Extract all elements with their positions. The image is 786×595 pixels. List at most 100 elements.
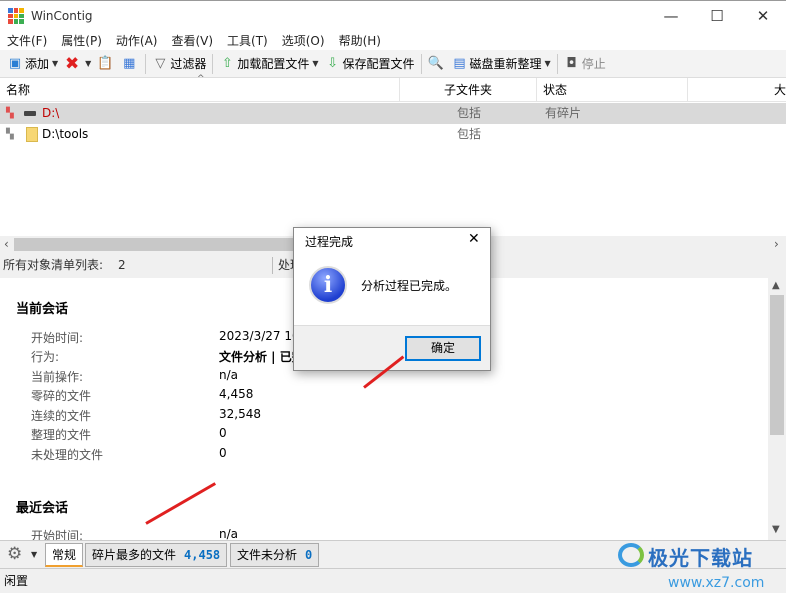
list-header: ^ 名称 子文件夹 状态 大 — [0, 74, 786, 102]
menu-options[interactable]: 选项(O) — [275, 30, 332, 50]
menu-action[interactable]: 动作(A) — [109, 30, 165, 50]
dialog-close-button[interactable]: ✕ — [468, 231, 480, 247]
stop-icon: ◘ — [566, 55, 577, 71]
filter-label: 过滤器 — [170, 57, 207, 71]
window-title: WinContig — [31, 9, 93, 23]
vertical-scrollbar[interactable]: ▲ ▼ — [768, 278, 786, 540]
separator — [556, 53, 558, 74]
filter-button[interactable]: ▽ 过滤器 — [149, 53, 209, 75]
menu-properties[interactable]: 属性(P) — [54, 30, 109, 50]
menu-view[interactable]: 查看(V) — [164, 30, 220, 50]
properties-button[interactable]: 📋 — [94, 53, 118, 75]
close-button[interactable]: ✕ — [740, 1, 786, 31]
column-subfolders[interactable]: 子文件夹 — [400, 78, 537, 102]
chevron-down-icon[interactable]: ▼ — [52, 59, 58, 68]
scroll-down-icon[interactable]: ▼ — [772, 524, 780, 535]
fragmented-icon: ▚ — [6, 108, 14, 119]
field-value: 4,458 — [219, 387, 254, 401]
load-profile-label: 加载配置文件 — [237, 57, 310, 71]
tab-count: 0 — [305, 548, 313, 562]
bottom-tabs: ⚙ ▼ 常规 碎片最多的文件 4,458 文件未分析 0 极光下载站 — [0, 540, 786, 570]
scrollbar-thumb[interactable] — [770, 295, 784, 435]
field-label: 当前操作: — [31, 370, 84, 384]
object-count: 2 — [118, 258, 126, 272]
defrag-label: 磁盘重新整理 — [469, 57, 542, 71]
status-text: 闲置 — [4, 574, 29, 588]
column-name[interactable]: 名称 — [0, 78, 400, 102]
tab-general[interactable]: 常规 — [45, 543, 84, 567]
separator — [420, 53, 422, 74]
analyze-button[interactable]: 🔍 — [425, 53, 449, 75]
recent-session-heading: 最近会话 — [16, 501, 69, 516]
watermark-url: www.xz7.com — [668, 575, 765, 591]
toolbar: ▣ 添加 ▼ ✖ ▼ 📋 ▦ ▽ 过滤器 ⇧ 加载配置文件 ▼ ⇩ 保存配置文件 🔍 ▤ 磁盘重… — [0, 50, 786, 78]
chevron-down-icon[interactable]: ▼ — [31, 550, 37, 559]
row-subfolders: 包括 — [457, 127, 482, 141]
menu-bar: 文件(F) 属性(P) 动作(A) 查看(V) 工具(T) 选项(O) 帮助(H… — [0, 30, 786, 50]
defrag-icon: ▤ — [453, 55, 466, 71]
field-value: 32,548 — [219, 407, 261, 421]
row-name: D:\tools — [42, 127, 89, 141]
field-label: 行为: — [31, 350, 60, 364]
field-value: n/a — [219, 527, 239, 540]
load-profile-button[interactable]: ⇧ 加载配置文件 ▼ — [216, 53, 321, 75]
field-value: 0 — [219, 446, 227, 460]
menu-tools[interactable]: 工具(T) — [220, 30, 275, 50]
delete-icon: ✖ — [65, 53, 80, 74]
field-value: 文件分析 | 已完 — [219, 350, 304, 364]
tab-not-analyzed[interactable]: 文件未分析 0 — [230, 543, 320, 567]
row-name: D:\ — [42, 106, 60, 120]
defrag-button[interactable]: ▤ 磁盘重新整理 ▼ — [449, 53, 554, 75]
separator — [212, 53, 214, 74]
stop-label: 停止 — [581, 57, 606, 71]
download-icon: ⇩ — [327, 55, 338, 71]
menu-help[interactable]: 帮助(H) — [332, 30, 388, 50]
watermark-logo: 极光下载站 — [618, 541, 778, 570]
chevron-down-icon[interactable]: ▼ — [312, 59, 318, 68]
tab-count: 4,458 — [184, 548, 221, 562]
tab-label: 碎片最多的文件 — [92, 548, 177, 562]
search-icon: 🔍 — [427, 55, 444, 71]
dialog-title: 过程完成 — [305, 235, 354, 249]
info-icon: i — [309, 266, 347, 304]
maximize-button[interactable]: ☐ — [694, 1, 740, 31]
chevron-down-icon[interactable]: ▼ — [85, 59, 91, 68]
tab-most-fragmented[interactable]: 碎片最多的文件 4,458 — [85, 543, 228, 567]
separator — [145, 53, 147, 74]
grid-button[interactable]: ▦ — [118, 53, 142, 75]
stop-button[interactable]: ◘ 停止 — [561, 53, 609, 75]
field-label: 连续的文件 — [31, 409, 92, 423]
save-profile-button[interactable]: ⇩ 保存配置文件 — [322, 53, 418, 75]
add-icon: ▣ — [8, 55, 22, 71]
add-button[interactable]: ▣ 添加 ▼ — [4, 53, 61, 75]
minimize-button[interactable]: — — [648, 1, 694, 31]
scroll-right-icon[interactable]: › — [774, 237, 779, 251]
dialog-message: 分析过程已完成。 — [361, 279, 458, 293]
folder-icon — [26, 127, 38, 142]
column-status[interactable]: 状态 — [537, 78, 688, 102]
field-value: n/a — [219, 368, 239, 382]
scroll-up-icon[interactable]: ▲ — [772, 280, 780, 291]
watermark-swirl-icon — [618, 543, 644, 567]
field-value: 2023/3/27 10 — [219, 329, 300, 343]
remove-button[interactable]: ✖ ▼ — [61, 53, 94, 75]
list-row[interactable]: ▚ D:\tools 包括 — [0, 124, 768, 145]
field-label: 开始时间: — [31, 331, 84, 345]
add-label: 添加 — [25, 57, 50, 71]
list-row[interactable]: ▚ D:\ 包括 有碎片 — [0, 103, 786, 124]
column-size[interactable]: 大 — [688, 78, 786, 102]
scroll-left-icon[interactable]: ‹ — [4, 237, 9, 251]
chevron-down-icon[interactable]: ▼ — [545, 59, 551, 68]
upload-icon: ⇧ — [221, 55, 233, 71]
tab-label: 常规 — [52, 548, 77, 562]
ok-button[interactable]: 确定 — [405, 336, 481, 361]
object-count-label: 所有对象清单列表: — [3, 258, 104, 272]
gear-icon[interactable]: ⚙ — [7, 544, 22, 564]
field-label: 整理的文件 — [31, 428, 92, 442]
app-icon — [8, 8, 24, 24]
unfragmented-icon: ▚ — [6, 129, 14, 140]
grid-icon: ▦ — [123, 55, 136, 71]
current-session-heading: 当前会话 — [16, 302, 69, 317]
row-status: 有碎片 — [545, 106, 582, 120]
menu-file[interactable]: 文件(F) — [0, 30, 54, 50]
